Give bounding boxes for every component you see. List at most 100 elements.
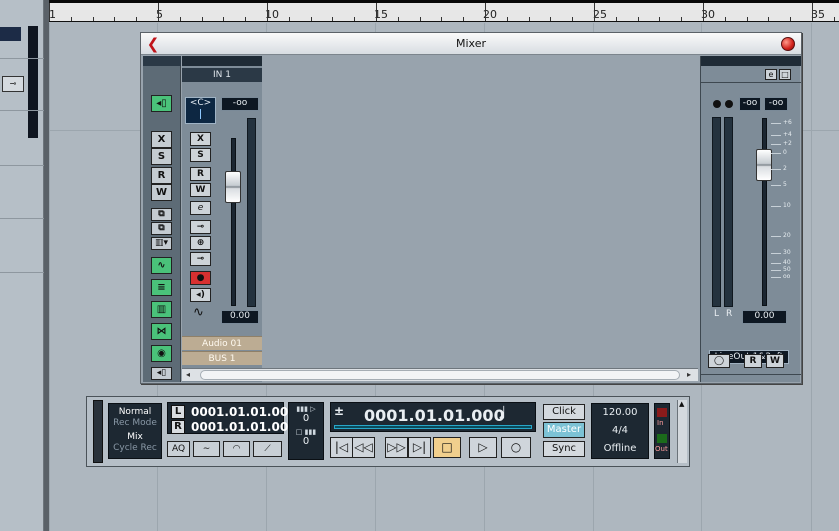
scroll-right-icon[interactable]: ▸ [687, 370, 691, 379]
record-mode-value[interactable]: Normal [109, 407, 161, 418]
read-automation-button[interactable]: R [190, 167, 211, 181]
read-all-button[interactable]: R [151, 167, 172, 184]
edit-output-icon[interactable]: e [765, 69, 777, 80]
input-channels-icon[interactable]: ◂▯ [151, 367, 172, 380]
tempo-value[interactable]: 120.00 [592, 404, 648, 422]
view-options-icon[interactable]: ▥▾ [151, 237, 172, 250]
volume-fader-track[interactable] [231, 138, 236, 306]
clip-indicator-left[interactable] [713, 100, 721, 108]
write-all-button[interactable]: W [151, 184, 172, 201]
go-to-end-icon[interactable]: ▷| [408, 437, 431, 458]
peak-level-display[interactable]: -oo [221, 97, 259, 111]
selected-track-block[interactable] [0, 27, 21, 41]
output-read-button[interactable]: R [744, 354, 762, 368]
master-button[interactable]: Master [543, 422, 585, 438]
left-locator-time[interactable]: 0001.01.01.000 [191, 405, 297, 419]
monitor-output-icon[interactable]: ◯ [708, 354, 730, 368]
right-locator-time[interactable]: 0001.01.01.000 [191, 420, 297, 434]
scroll-up-icon[interactable]: ▲ [679, 400, 684, 408]
timeline-ruler[interactable]: 1 5 10 15 20 25 30 35 [49, 0, 839, 22]
solo-button[interactable]: S [190, 148, 211, 162]
monitor-icon[interactable]: ◂) [190, 288, 211, 302]
insert-bypass-icon[interactable]: ⊸ [190, 220, 211, 234]
midi-channels-icon[interactable]: ◉ [151, 345, 172, 362]
pre-roll-value[interactable]: 0 [289, 413, 323, 424]
stop-icon[interactable]: □ [433, 437, 461, 458]
common-panel-menu[interactable] [143, 56, 181, 66]
peak-right-display[interactable]: -oo [764, 97, 788, 111]
clip-indicator-right[interactable] [725, 100, 733, 108]
midi-in-label: In [657, 419, 664, 427]
edit-channel-button[interactable]: e [190, 201, 211, 215]
close-icon[interactable] [781, 37, 795, 51]
fader-value-display[interactable]: 0.00 [221, 310, 259, 324]
output-fader-track[interactable] [762, 118, 767, 306]
mixer-title-bar[interactable]: ❮ Mixer [141, 33, 801, 55]
time-format-toggle[interactable]: ± [334, 404, 344, 418]
transport-scrollbar[interactable]: ▲ [677, 400, 687, 463]
post-roll-value[interactable]: 0 [289, 436, 323, 447]
punch-out-icon[interactable]: ⟋ [253, 441, 282, 457]
output-fader-handle[interactable] [756, 149, 772, 181]
project-position-time[interactable]: 0001.01.01.000 [364, 406, 505, 425]
input-routing-label[interactable]: IN 1 [182, 68, 262, 82]
click-button[interactable]: Click [543, 404, 585, 420]
note-icon[interactable]: ♩ [498, 403, 507, 424]
track-divider [0, 218, 44, 219]
eq-bypass-icon[interactable]: ⊕ [190, 236, 211, 250]
output-bus-name[interactable]: BUS 1 [182, 351, 262, 365]
send-bypass-icon[interactable]: ⊸ [190, 252, 211, 266]
channel-name[interactable]: Audio 01 [182, 336, 262, 350]
auto-quantize-button[interactable]: AQ [167, 441, 190, 457]
track-edit-icon[interactable]: ⊸ [2, 76, 24, 92]
write-automation-button[interactable]: W [190, 183, 211, 197]
scroll-thumb[interactable] [200, 370, 680, 380]
common-panel: ◂▯ X S R W ⧉ ⧉ ▥▾ ∿ ≡ ▥ ⋈ ◉ ◂▯ [143, 56, 181, 382]
ruler-mark: 25 [593, 8, 607, 21]
fx-channels-icon[interactable]: ⋈ [151, 323, 172, 340]
cycle-icon[interactable]: ◠ [223, 441, 250, 457]
record-mode-label: Rec Mode [113, 418, 157, 428]
peak-left-display[interactable]: -oo [739, 97, 761, 111]
scroll-left-icon[interactable]: ◂ [186, 370, 190, 379]
go-to-start-icon[interactable]: |◁ [330, 437, 353, 458]
cycle-mode-value[interactable]: Mix [109, 432, 161, 443]
punch-in-icon[interactable]: ∼ [193, 441, 220, 457]
mixer-horizontal-scrollbar[interactable]: ◂ ▸ [182, 368, 698, 381]
cycle-mode-label: Cycle Rec [113, 443, 157, 453]
ruler-tick [594, 3, 595, 21]
volume-fader-handle[interactable] [225, 171, 241, 203]
output-menu-bar[interactable] [701, 56, 801, 66]
audio-channels-icon[interactable]: ∿ [151, 257, 172, 274]
ruler-mark: 1 [49, 8, 56, 21]
paste-icon[interactable]: ⧉ [151, 222, 172, 235]
sync-button[interactable]: Sync [543, 441, 585, 457]
copy-icon[interactable]: ⧉ [151, 208, 172, 221]
play-icon[interactable]: ▷ [469, 437, 497, 458]
mute-all-button[interactable]: X [151, 131, 172, 148]
show-channels-icon[interactable]: ◂▯ [151, 95, 172, 112]
position-slider[interactable] [334, 425, 532, 429]
output-write-button[interactable]: W [766, 354, 784, 368]
fast-forward-icon[interactable]: ▷▷ [385, 437, 408, 458]
track-list-panel: ⊸ [0, 0, 44, 531]
transport-grip[interactable] [93, 400, 103, 463]
output-fader-value[interactable]: 0.00 [742, 310, 787, 324]
mute-button[interactable]: X [190, 132, 211, 146]
rewind-icon[interactable]: ◁◁ [352, 437, 375, 458]
waveform-icon: ∿ [193, 305, 204, 320]
group-channels-icon[interactable]: ≡ [151, 279, 172, 296]
track-scroll-bar[interactable] [28, 26, 38, 138]
right-locator-button[interactable]: R [171, 420, 185, 434]
output-settings-icon[interactable]: □ [779, 69, 791, 80]
ruler-mark: 35 [811, 8, 825, 21]
channel-menu-bar[interactable] [182, 56, 262, 66]
solo-all-button[interactable]: S [151, 148, 172, 165]
ruler-tick [681, 17, 683, 21]
instrument-channels-icon[interactable]: ▥ [151, 301, 172, 318]
record-icon[interactable]: ○ [501, 437, 531, 458]
record-enable-button[interactable]: ● [190, 271, 211, 285]
left-locator-button[interactable]: L [171, 405, 185, 419]
time-signature[interactable]: 4/4 [592, 422, 648, 440]
pan-control[interactable]: <C> [185, 97, 216, 124]
